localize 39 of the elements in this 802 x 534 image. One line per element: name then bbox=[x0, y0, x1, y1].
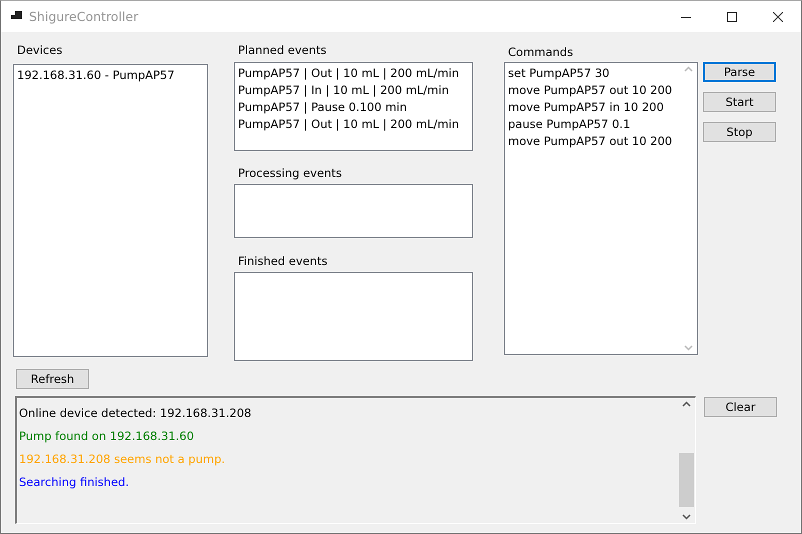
stop-button[interactable]: Stop bbox=[703, 122, 776, 142]
command-line: move PumpAP57 out 10 200 bbox=[508, 82, 674, 99]
window-title: ShigureController bbox=[29, 8, 138, 25]
log-message: Online device detected: 192.168.31.208 bbox=[18, 405, 252, 422]
scroll-down-icon bbox=[682, 514, 691, 520]
refresh-button[interactable]: Refresh bbox=[16, 369, 89, 389]
event-item[interactable]: PumpAP57 | Out | 10 mL | 200 mL/min bbox=[238, 116, 469, 133]
event-item[interactable]: PumpAP57 | Pause 0.100 min bbox=[238, 99, 469, 116]
log-message: Pump found on 192.168.31.60 bbox=[18, 428, 195, 445]
log-message: 192.168.31.208 seems not a pump. bbox=[18, 451, 226, 468]
log-message: Searching finished. bbox=[18, 474, 130, 491]
clear-button[interactable]: Clear bbox=[704, 397, 777, 417]
devices-list[interactable]: 192.168.31.60 - PumpAP57 bbox=[13, 64, 208, 357]
command-line: pause PumpAP57 0.1 bbox=[508, 116, 632, 133]
command-line: move PumpAP57 out 10 200 bbox=[508, 133, 674, 150]
scroll-up-icon bbox=[682, 401, 691, 407]
devices-label: Devices bbox=[17, 43, 62, 57]
commands-label: Commands bbox=[508, 45, 574, 59]
processing-events-list[interactable] bbox=[234, 184, 473, 238]
planned-events-list[interactable]: PumpAP57 | Out | 10 mL | 200 mL/min PumpAP57 | In | 10 mL | 200 mL/min PumpAP57 | Pause 0.100 min PumpAP57 | Out | 10 mL | 200 mL/min bbox=[234, 62, 473, 151]
commands-text-area[interactable]: set PumpAP57 30 move PumpAP57 out 10 200 move PumpAP57 in 10 200 pause PumpAP57 0.1 move PumpAP57 out 10 200 bbox=[504, 62, 698, 355]
log-text-area[interactable]: Online device detected: 192.168.31.208 Pump found on 192.168.31.60 192.168.31.208 seems not a pump. Searching finished. bbox=[15, 396, 696, 524]
event-item[interactable]: PumpAP57 | Out | 10 mL | 200 mL/min bbox=[238, 65, 469, 82]
command-line: move PumpAP57 in 10 200 bbox=[508, 99, 665, 116]
start-button[interactable]: Start bbox=[703, 92, 776, 112]
event-item[interactable]: PumpAP57 | In | 10 mL | 200 mL/min bbox=[238, 82, 469, 99]
finished-events-label: Finished events bbox=[238, 254, 328, 268]
processing-events-label: Processing events bbox=[238, 166, 342, 180]
scrollbar-thumb[interactable] bbox=[679, 452, 694, 506]
parse-button[interactable]: Parse bbox=[703, 62, 776, 82]
maximize-icon bbox=[727, 12, 737, 22]
app-icon bbox=[11, 11, 22, 22]
planned-events-label: Planned events bbox=[238, 43, 327, 57]
close-icon bbox=[773, 12, 783, 22]
scroll-up-icon bbox=[684, 66, 693, 72]
finished-events-list[interactable] bbox=[234, 272, 473, 361]
scroll-down-icon bbox=[684, 345, 693, 351]
command-line: set PumpAP57 30 bbox=[508, 65, 610, 82]
device-item[interactable]: 192.168.31.60 - PumpAP57 bbox=[17, 67, 204, 84]
